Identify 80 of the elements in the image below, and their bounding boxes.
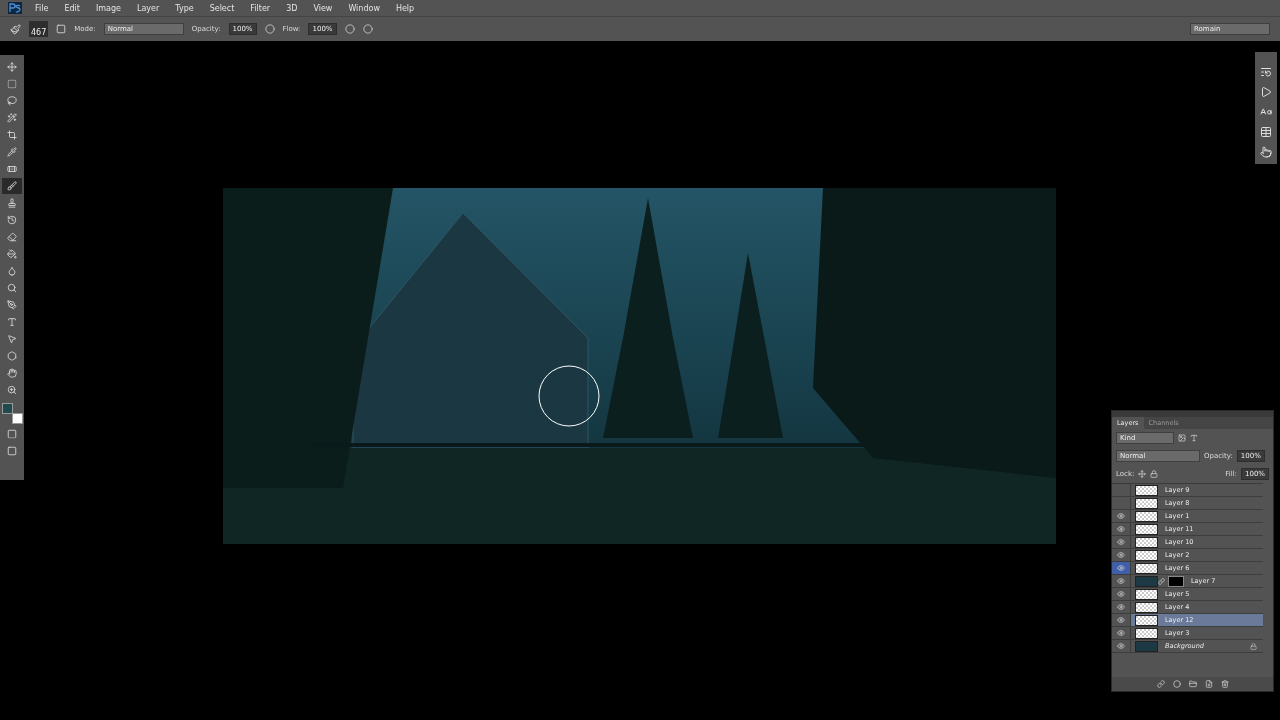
history-panel-icon[interactable] — [1260, 66, 1272, 78]
menu-item[interactable]: Select — [201, 3, 243, 13]
tool-presets-panel-icon[interactable] — [1260, 146, 1272, 158]
pixel-filter-icon[interactable] — [1178, 434, 1186, 442]
eraser-icon[interactable] — [7, 232, 17, 242]
eye-icon[interactable] — [1117, 538, 1125, 546]
eye-icon[interactable] — [1117, 616, 1125, 624]
new-layer-icon[interactable] — [1204, 680, 1213, 688]
eye-icon[interactable] — [1117, 525, 1125, 533]
zoom-icon[interactable] — [7, 385, 17, 395]
app-logo-icon[interactable] — [8, 2, 22, 14]
layer-thumbnail — [1135, 614, 1158, 626]
layer-thumbnail — [1135, 575, 1158, 587]
move-arrows-icon[interactable] — [7, 62, 17, 72]
hand-icon[interactable] — [7, 368, 17, 378]
menu-item[interactable]: Filter — [242, 3, 279, 13]
layer-thumbnail — [1135, 627, 1158, 639]
brush-tool-icon[interactable] — [10, 23, 21, 35]
brush-cursor-icon — [538, 365, 600, 427]
link-layers-icon[interactable] — [1156, 680, 1165, 688]
menu-item[interactable]: Help — [387, 3, 423, 13]
lock-position-icon[interactable] — [1138, 470, 1147, 478]
layer-thumbnail — [1135, 640, 1158, 652]
layer-thumbnail — [1135, 484, 1158, 496]
menu-item[interactable]: Layer — [128, 3, 168, 13]
bandage-icon[interactable] — [7, 164, 17, 174]
new-group-icon[interactable] — [1188, 680, 1197, 688]
brush-preset-picker[interactable]: 467 — [29, 21, 49, 37]
eyedropper-icon[interactable] — [7, 147, 17, 157]
layer-thumbnail — [1135, 549, 1158, 561]
eye-icon[interactable] — [1117, 642, 1125, 650]
layer-thumbnail — [1135, 536, 1158, 548]
delete-layer-icon[interactable] — [1220, 680, 1229, 688]
lasso-icon[interactable] — [7, 96, 17, 106]
hexagon-icon[interactable] — [7, 351, 17, 361]
background-color-swatch[interactable] — [12, 413, 23, 424]
eye-icon[interactable] — [1117, 551, 1125, 559]
eye-icon[interactable] — [1117, 564, 1125, 572]
lock-all-icon[interactable] — [1150, 470, 1159, 478]
eye-icon[interactable] — [1117, 603, 1125, 611]
layer-thumbnail — [1135, 497, 1158, 509]
swatches-panel-icon[interactable] — [1260, 126, 1272, 138]
character-panel-icon[interactable] — [1260, 106, 1272, 118]
eye-icon[interactable] — [1117, 629, 1125, 637]
type-filter-icon[interactable] — [1190, 434, 1198, 442]
paint-bucket-icon[interactable] — [7, 249, 17, 259]
eye-icon[interactable] — [1117, 590, 1125, 598]
layer-thumbnail — [1135, 510, 1158, 522]
menu-item[interactable]: Type — [167, 3, 202, 13]
menu-item[interactable]: Image — [87, 3, 129, 13]
pen-icon[interactable] — [7, 300, 17, 310]
stamp-icon[interactable] — [7, 198, 17, 208]
history-icon[interactable] — [7, 215, 17, 225]
visibility-toggle[interactable] — [1112, 562, 1131, 574]
dashed-square-icon[interactable] — [7, 79, 17, 89]
eye-icon[interactable] — [1117, 512, 1125, 520]
layer-thumbnail — [1135, 562, 1158, 574]
tool-button[interactable] — [2, 178, 22, 194]
menu-item[interactable]: Edit — [56, 3, 88, 13]
layer-thumbnail — [1135, 523, 1158, 535]
layer-mask-thumbnail — [1168, 575, 1184, 587]
mask-link-icon — [1158, 577, 1165, 585]
foreground-color-swatch[interactable] — [2, 403, 13, 414]
droplet-icon[interactable] — [7, 266, 17, 276]
pointer-icon[interactable] — [7, 334, 17, 344]
brush-icon[interactable] — [7, 181, 17, 191]
menu-item[interactable]: 3D — [278, 3, 306, 13]
layer-lock-icon — [1250, 642, 1257, 650]
crop-icon[interactable] — [7, 130, 17, 140]
layer-thumbnail — [1135, 588, 1158, 600]
magic-wand-icon[interactable] — [7, 113, 17, 123]
type-icon[interactable] — [7, 317, 17, 327]
actions-panel-icon[interactable] — [1260, 86, 1272, 98]
menu-item[interactable]: File — [27, 3, 57, 13]
menu-item[interactable]: Window — [340, 3, 388, 13]
menu-item[interactable]: View — [305, 3, 341, 13]
layer-thumbnail — [1135, 601, 1158, 613]
eye-icon[interactable] — [1117, 577, 1125, 585]
magnifier-icon[interactable] — [7, 283, 17, 293]
visibility-toggle[interactable] — [1112, 614, 1131, 626]
